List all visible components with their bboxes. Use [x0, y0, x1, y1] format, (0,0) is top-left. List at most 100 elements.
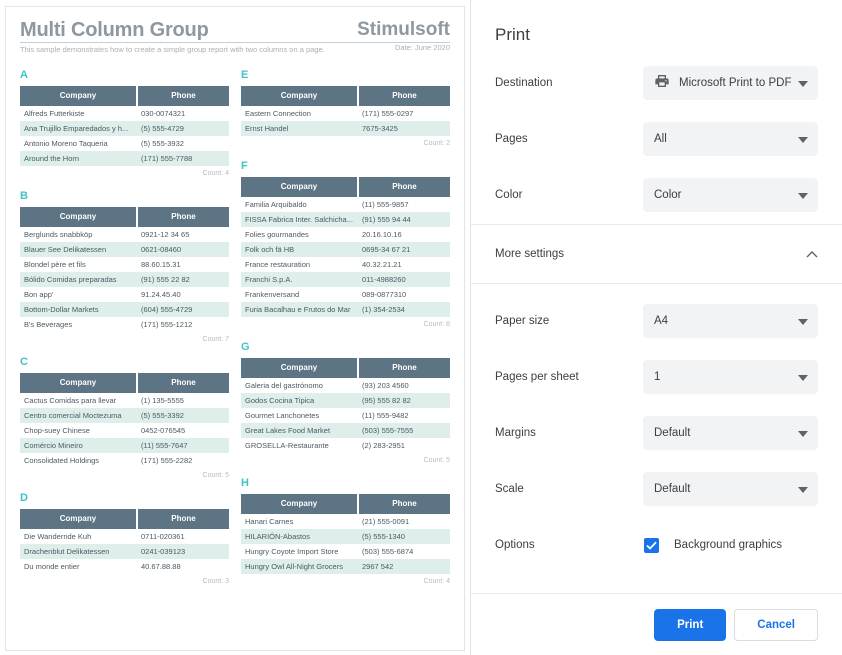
cell-company: Bólido Comidas preparadas	[20, 272, 137, 287]
report-group-c: C Company Phone Cactus Comidas para llevar (…	[20, 356, 229, 480]
group-count: Count: 8	[423, 321, 450, 328]
margins-label: Margins	[495, 427, 536, 439]
table-row: France restauration 40.32.21.21	[241, 257, 450, 272]
group-count: Count: 5	[202, 472, 229, 479]
report-columns: A Company Phone Alfreds Futterkiste 030-0074…	[20, 69, 450, 598]
scale-label: Scale	[495, 483, 524, 495]
report-group-e: E Company Phone Eastern Connection (171) 555…	[241, 69, 450, 148]
cell-company: Gourmet Lanchonetes	[245, 411, 320, 420]
column-header-phone: Phone	[137, 509, 229, 529]
table-header-row: Company Phone	[241, 86, 450, 106]
group-count: Count: 7	[202, 336, 229, 343]
print-more-settings: Paper size A4 Pages per sheet 1 Margins …	[471, 302, 842, 564]
pages-select[interactable]: All	[643, 122, 818, 156]
cell-phone: 7675-3425	[358, 121, 450, 136]
background-graphics-toggle[interactable]: Background graphics	[643, 537, 818, 553]
table-row: Bottom-Dollar Markets (604) 555-4729	[20, 302, 229, 317]
print-basic-settings: Destination Microsoft Print to PDF Pages	[471, 64, 842, 225]
preview-pane: Multi Column Group Stimulsoft This sampl…	[0, 0, 470, 655]
column-header-company: Company	[20, 373, 138, 393]
cell-phone: 40.67.88.88	[141, 562, 181, 571]
destination-label: Destination	[495, 77, 553, 89]
table-row: Chop-suey Chinese 0452-076545	[20, 423, 229, 438]
table-row: B's Beverages (171) 555-1212	[20, 317, 229, 332]
cell-phone: 011-4988260	[358, 272, 450, 287]
column-header-company: Company	[20, 509, 138, 529]
pages-per-sheet-select[interactable]: 1	[643, 360, 818, 394]
cell-phone: 0621-08460	[137, 242, 229, 257]
scale-select[interactable]: Default	[643, 472, 818, 506]
color-select[interactable]: Color	[643, 178, 818, 212]
cell-company: Antonio Moreno Taqueria	[24, 139, 108, 148]
table-row: Familia Arquibaldo (11) 555-9857	[241, 197, 450, 212]
cell-company: Blondel père et fils	[24, 260, 86, 269]
pages-per-sheet-row: Pages per sheet 1	[495, 358, 818, 396]
report-group-d: D Company Phone Die Wandernde Kuh 0711-02036…	[20, 492, 229, 586]
table-header-row: Company Phone	[241, 358, 450, 378]
more-settings-toggle[interactable]: More settings	[471, 225, 842, 284]
cell-phone: (5) 555-3392	[137, 408, 229, 423]
column-header-company: Company	[20, 86, 138, 106]
group-table: Company Phone Familia Arquibaldo (11) 555-9…	[241, 177, 450, 317]
table-row: Berglunds snabbköp 0921-12 34 65	[20, 227, 229, 242]
cell-phone: (93) 203 4560	[362, 381, 409, 390]
table-row: Antonio Moreno Taqueria (5) 555-3932	[20, 136, 229, 151]
table-header-row: Company Phone	[20, 86, 229, 106]
group-count: Count: 5	[423, 457, 450, 464]
column-header-phone: Phone	[358, 494, 450, 514]
report-header: Multi Column Group Stimulsoft This sampl…	[20, 19, 450, 61]
table-row: FISSA Fabrica Inter. Salchicha... (91) 55…	[241, 212, 450, 227]
pages-label: Pages	[495, 133, 528, 145]
print-button[interactable]: Print	[654, 608, 727, 641]
cell-phone: (21) 555-0091	[362, 517, 410, 526]
color-label: Color	[495, 189, 523, 201]
report-group-a: A Company Phone Alfreds Futterkiste 030-0074…	[20, 69, 229, 178]
cell-phone: (171) 555-2282	[141, 456, 193, 465]
pages-row: Pages All	[495, 120, 818, 158]
scale-row: Scale Default	[495, 470, 818, 508]
cell-phone: (11) 555-7647	[137, 438, 229, 453]
paper-size-select[interactable]: A4	[643, 304, 818, 338]
group-letter: D	[20, 492, 28, 504]
margins-row: Margins Default	[495, 414, 818, 452]
cell-phone: 0711-020361	[141, 532, 185, 541]
cell-phone: (2) 283-2951	[362, 441, 405, 450]
cell-phone: (91) 555 22 82	[137, 272, 229, 287]
chevron-down-icon	[798, 480, 808, 498]
column-header-company: Company	[241, 358, 359, 378]
destination-select[interactable]: Microsoft Print to PDF	[643, 66, 818, 100]
destination-value: Microsoft Print to PDF	[679, 77, 792, 89]
column-header-phone: Phone	[358, 86, 450, 106]
cell-company: Centro comercial Moctezuma	[20, 408, 137, 423]
margins-select[interactable]: Default	[643, 416, 818, 450]
group-letter: E	[241, 69, 249, 81]
print-dialog: Print Destination Microsoft Print to PDF	[470, 0, 842, 655]
cell-phone: 91.24.45.40	[141, 290, 181, 299]
cell-company: Folies gourmandes	[245, 230, 309, 239]
background-graphics-checkbox[interactable]	[644, 537, 659, 553]
table-row: Consolidated Holdings (171) 555-2282	[20, 453, 229, 468]
group-letter: A	[20, 69, 28, 81]
group-table: Company Phone Eastern Connection (171) 555-…	[241, 86, 450, 136]
column-header-company: Company	[241, 494, 359, 514]
destination-row: Destination Microsoft Print to PDF	[495, 64, 818, 102]
group-letter: G	[241, 341, 250, 353]
table-row: HILARIÓN-Abastos (5) 555-1340	[241, 529, 450, 544]
cell-company: Furia Bacalhau e Frutos do Mar	[241, 302, 358, 317]
print-settings-scroll[interactable]: Print Destination Microsoft Print to PDF	[471, 0, 842, 593]
cell-company: Berglunds snabbköp	[24, 230, 93, 239]
cell-phone: (171) 555-7788	[137, 151, 229, 166]
table-row: Comércio Mineiro (11) 555-7647	[20, 438, 229, 453]
report-group-f: F Company Phone Familia Arquibaldo (11) 555-…	[241, 160, 450, 329]
cancel-button[interactable]: Cancel	[734, 608, 818, 641]
table-row: Around the Horn (171) 555-7788	[20, 151, 229, 166]
cell-phone: (503) 555-7555	[358, 423, 450, 438]
table-row: Godos Cocina Tipica (95) 555 82 82	[241, 393, 450, 408]
cell-phone: 88.60.15.31	[141, 260, 181, 269]
chevron-down-icon	[798, 130, 808, 148]
cell-phone: 0695-34 67 21	[358, 242, 450, 257]
table-row: Bon app' 91.24.45.40	[20, 287, 229, 302]
cell-company: Ernst Handel	[241, 121, 358, 136]
table-row: GROSELLA-Restaurante (2) 283-2951	[241, 438, 450, 453]
table-row: Frankenversand 089-0877310	[241, 287, 450, 302]
